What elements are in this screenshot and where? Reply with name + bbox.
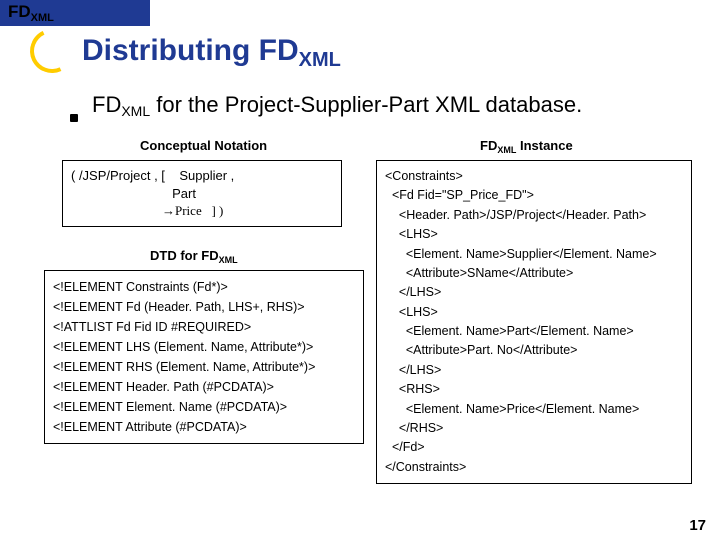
inst-line: </RHS> [385,419,683,438]
conceptual-l3: →Price ] ) [71,202,333,220]
inst-line: <Attribute>Part. No</Attribute> [385,341,683,360]
dtd-prefix: DTD for [150,248,201,263]
dtd-box: <!ELEMENT Constraints (Fd*)> <!ELEMENT F… [44,270,364,444]
dtd-line: <!ELEMENT Fd (Header. Path, LHS+, RHS)> [53,297,355,317]
title-row: Distributing FDXML [30,26,710,76]
heading-dtd: DTD for FDXML [150,248,238,263]
dtd-fd: FD [201,248,218,263]
slide-title: Distributing FDXML [82,34,341,68]
header-logo: FDXML [8,2,54,22]
header-fd: FD [8,2,31,22]
inst-suffix: Instance [516,138,572,153]
bullet-xml: XML [121,103,150,119]
bullet-fd: FD [92,92,121,117]
inst-line: </Constraints> [385,458,683,477]
dtd-line: <!ELEMENT Element. Name (#PCDATA)> [53,397,355,417]
inst-line: </LHS> [385,361,683,380]
bullet-icon [70,114,78,122]
inst-line: <Fd Fid="SP_Price_FD"> [385,186,683,205]
dtd-line: <!ELEMENT Attribute (#PCDATA)> [53,417,355,437]
conceptual-l1: ( /JSP/Project , [ Supplier , [71,167,333,185]
bullet-row: FDXML for the Project-Supplier-Part XML … [70,92,690,118]
dtd-xml: XML [219,255,238,265]
dtd-line: <!ATTLIST Fd Fid ID #REQUIRED> [53,317,355,337]
inst-line: <Constraints> [385,167,683,186]
inst-line: <Element. Name>Supplier</Element. Name> [385,245,683,264]
bullet-text: FDXML for the Project-Supplier-Part XML … [92,92,582,118]
inst-line: </LHS> [385,283,683,302]
heading-instance: FDXML Instance [480,138,573,153]
instance-box: <Constraints> <Fd Fid="SP_Price_FD"> <He… [376,160,692,484]
conceptual-l2: Part [71,185,333,203]
inst-line: <LHS> [385,225,683,244]
inst-line: <Attribute>SName</Attribute> [385,264,683,283]
arc-icon [24,23,80,79]
dtd-line: <!ELEMENT RHS (Element. Name, Attribute*… [53,357,355,377]
inst-line: </Fd> [385,438,683,457]
inst-line: <Element. Name>Price</Element. Name> [385,400,683,419]
inst-line: <LHS> [385,303,683,322]
title-prefix: Distributing [82,34,259,67]
conceptual-box: ( /JSP/Project , [ Supplier , Part →Pric… [62,160,342,227]
bullet-suffix: for the Project-Supplier-Part XML databa… [150,92,582,117]
inst-line: <Header. Path>/JSP/Project</Header. Path… [385,206,683,225]
dtd-line: <!ELEMENT Constraints (Fd*)> [53,277,355,297]
title-xml: XML [299,49,341,71]
dtd-line: <!ELEMENT LHS (Element. Name, Attribute*… [53,337,355,357]
dtd-line: <!ELEMENT Header. Path (#PCDATA)> [53,377,355,397]
heading-conceptual: Conceptual Notation [140,138,267,153]
inst-line: <Element. Name>Part</Element. Name> [385,322,683,341]
title-fd: FD [259,34,299,67]
header-xml: XML [31,12,54,24]
page-number: 17 [689,517,706,534]
inst-fd: FD [480,138,497,153]
inst-xml: XML [497,145,516,155]
inst-line: <RHS> [385,380,683,399]
